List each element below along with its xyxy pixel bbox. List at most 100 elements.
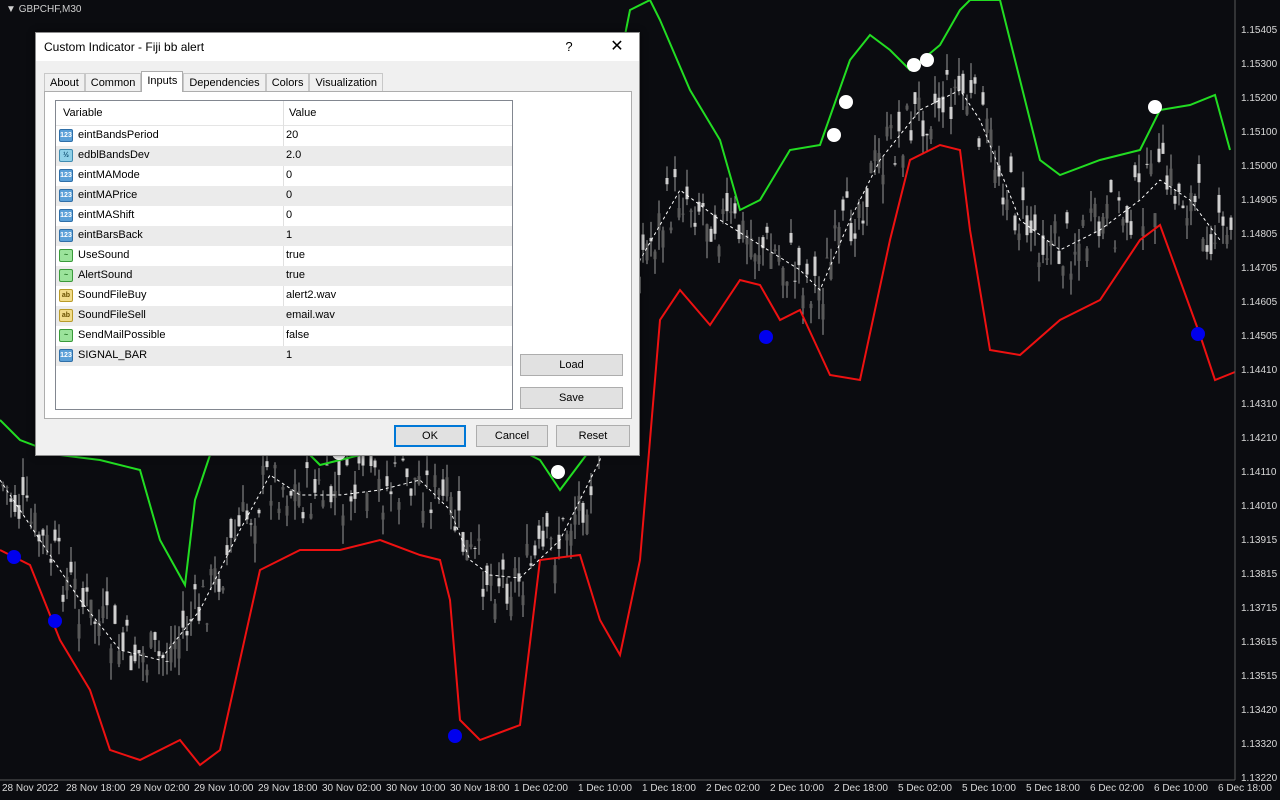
input-row[interactable]: 123 eintMAShift 0 bbox=[56, 206, 512, 226]
candle-body bbox=[1225, 234, 1229, 245]
candle-body bbox=[237, 515, 241, 527]
tab-inputs[interactable]: Inputs bbox=[141, 71, 184, 92]
input-row[interactable]: ~ SendMailPossible false bbox=[56, 326, 512, 346]
candle-body bbox=[917, 97, 921, 110]
candle-body bbox=[101, 606, 105, 618]
candle-body bbox=[1005, 199, 1009, 211]
sell-signal-dot bbox=[907, 58, 921, 72]
cancel-button[interactable]: Cancel bbox=[476, 425, 548, 447]
variable-value[interactable]: 2.0 bbox=[286, 149, 301, 161]
candle-body bbox=[753, 254, 757, 262]
candle-body bbox=[381, 512, 385, 520]
candle-body bbox=[1185, 218, 1189, 226]
input-row[interactable]: 123 eintMAMode 0 bbox=[56, 166, 512, 186]
candle-body bbox=[461, 532, 465, 552]
candle-body bbox=[453, 526, 457, 531]
candle-body bbox=[569, 530, 573, 546]
input-row[interactable]: ½ edblBandsDev 2.0 bbox=[56, 146, 512, 166]
variable-value[interactable]: 1 bbox=[286, 349, 292, 361]
candle-body bbox=[221, 587, 225, 591]
candle-body bbox=[437, 489, 441, 495]
candle-body bbox=[725, 193, 729, 212]
dialog-titlebar[interactable]: Custom Indicator - Fiji bb alert ? ✕ bbox=[36, 33, 639, 61]
variable-value[interactable]: alert2.wav bbox=[286, 289, 336, 301]
candle-body bbox=[1165, 175, 1169, 190]
variable-value[interactable]: true bbox=[286, 269, 305, 281]
variable-value[interactable]: 0 bbox=[286, 169, 292, 181]
inputs-grid: Variable Value 123 eintBandsPeriod 20 ½ edbl… bbox=[55, 100, 513, 410]
chart-menu-icon[interactable]: ▼ bbox=[6, 4, 19, 15]
variable-column-header[interactable]: Variable bbox=[63, 107, 103, 119]
tab-dependencies[interactable]: Dependencies bbox=[183, 73, 266, 92]
candle-body bbox=[741, 220, 745, 240]
candle-body bbox=[61, 594, 65, 602]
variable-value[interactable]: 1 bbox=[286, 229, 292, 241]
help-icon[interactable]: ? bbox=[558, 37, 580, 57]
candle-body bbox=[353, 484, 357, 499]
input-row[interactable]: 123 eintMAPrice 0 bbox=[56, 186, 512, 206]
candle-body bbox=[913, 92, 917, 104]
candle-body bbox=[573, 514, 577, 525]
close-icon[interactable]: ✕ bbox=[606, 37, 628, 57]
load-button[interactable]: Load bbox=[520, 354, 623, 376]
time-tick-label: 29 Nov 10:00 bbox=[194, 783, 254, 794]
candle-body bbox=[985, 118, 989, 133]
variable-value[interactable]: 0 bbox=[286, 189, 292, 201]
reset-button[interactable]: Reset bbox=[556, 425, 630, 447]
time-tick-label: 30 Nov 18:00 bbox=[450, 783, 510, 794]
buy-signal-dot bbox=[1191, 327, 1205, 341]
variable-name: SIGNAL_BAR bbox=[78, 349, 148, 361]
bool-type-icon: ~ bbox=[59, 269, 73, 282]
price-tick-label: 1.14110 bbox=[1241, 467, 1277, 478]
time-axis: 28 Nov 2022 28 Nov 18:00 29 Nov 02:00 29 No… bbox=[0, 780, 1272, 800]
input-row[interactable]: 123 eintBarsBack 1 bbox=[56, 226, 512, 246]
input-row[interactable]: ~ UseSound true bbox=[56, 246, 512, 266]
candle-body bbox=[785, 281, 789, 286]
candle-body bbox=[801, 295, 805, 309]
tab-common[interactable]: Common bbox=[84, 73, 142, 92]
candle-body bbox=[1073, 251, 1077, 255]
input-row[interactable]: ab SoundFileBuy alert2.wav bbox=[56, 286, 512, 306]
ok-button[interactable]: OK bbox=[394, 425, 466, 447]
value-column-header[interactable]: Value bbox=[289, 107, 316, 119]
tab-about[interactable]: About bbox=[44, 73, 85, 92]
price-tick-label: 1.15200 bbox=[1241, 93, 1278, 104]
candle-body bbox=[329, 486, 333, 503]
time-tick-label: 6 Dec 02:00 bbox=[1090, 783, 1144, 794]
variable-value[interactable]: 20 bbox=[286, 129, 298, 141]
variable-value[interactable]: email.wav bbox=[286, 309, 335, 321]
candle-body bbox=[837, 226, 841, 246]
candle-body bbox=[645, 243, 649, 261]
save-button[interactable]: Save bbox=[520, 387, 623, 409]
int-type-icon: 123 bbox=[59, 209, 73, 222]
candle-body bbox=[949, 106, 953, 119]
variable-value[interactable]: false bbox=[286, 329, 309, 341]
candle-body bbox=[1037, 262, 1041, 268]
candle-body bbox=[261, 465, 265, 475]
input-row[interactable]: ~ AlertSound true bbox=[56, 266, 512, 286]
price-tick-label: 1.15405 bbox=[1241, 25, 1278, 36]
candle-body bbox=[497, 578, 501, 587]
tab-colors[interactable]: Colors bbox=[265, 73, 310, 92]
candle-body bbox=[889, 125, 893, 129]
input-row[interactable]: 123 eintBandsPeriod 20 bbox=[56, 126, 512, 146]
candle-body bbox=[765, 226, 769, 233]
candle-body bbox=[773, 249, 777, 252]
candle-body bbox=[537, 525, 541, 539]
candle-body bbox=[309, 513, 313, 519]
candle-body bbox=[529, 563, 533, 566]
candle-body bbox=[957, 75, 961, 91]
variable-value[interactable]: true bbox=[286, 249, 305, 261]
price-tick-label: 1.14410 bbox=[1241, 365, 1278, 376]
candle-body bbox=[665, 177, 669, 185]
variable-value[interactable]: 0 bbox=[286, 209, 292, 221]
time-tick-label: 29 Nov 02:00 bbox=[130, 783, 190, 794]
input-row[interactable]: 123 SIGNAL_BAR 1 bbox=[56, 346, 512, 366]
candle-body bbox=[1117, 197, 1121, 201]
candle-body bbox=[1033, 214, 1037, 231]
candle-body bbox=[937, 97, 941, 109]
input-row[interactable]: ab SoundFileSell email.wav bbox=[56, 306, 512, 326]
tab-visualization[interactable]: Visualization bbox=[309, 73, 384, 92]
variable-name: AlertSound bbox=[78, 269, 133, 281]
candle-body bbox=[65, 576, 69, 591]
